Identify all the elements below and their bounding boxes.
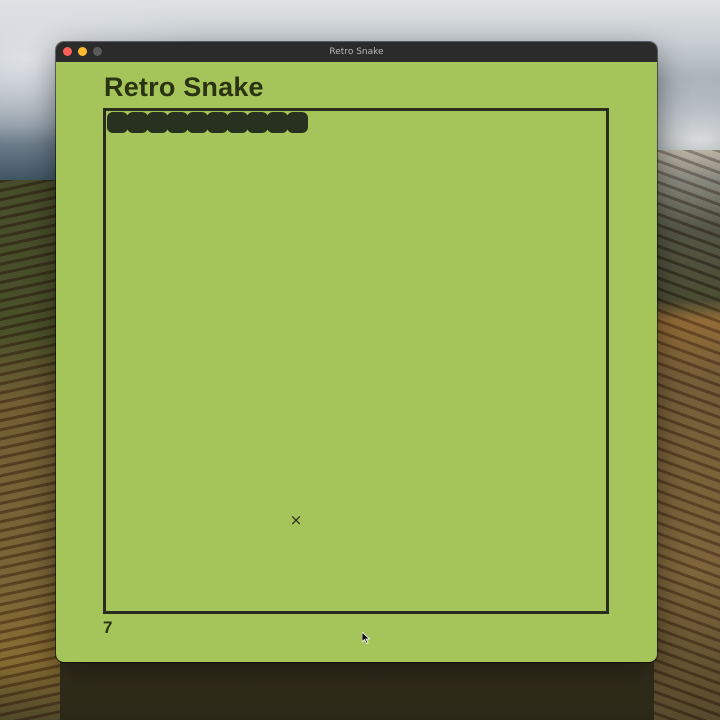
zoom-window-button[interactable]: [93, 47, 102, 56]
snake-segment: [247, 112, 268, 133]
snake-segment: [227, 112, 248, 133]
window-title: Retro Snake: [329, 47, 384, 57]
snake-segment: [127, 112, 148, 133]
desktop-wallpaper-right: [654, 150, 720, 720]
desktop-wallpaper-left: [0, 180, 60, 720]
game-board[interactable]: ×: [103, 108, 609, 614]
mouse-pointer-icon: [362, 632, 370, 644]
food-icon: ×: [289, 511, 303, 529]
score-display: 7: [103, 618, 113, 637]
snake-segment: [267, 112, 288, 133]
title-bar[interactable]: Retro Snake: [56, 42, 657, 62]
minimize-window-button[interactable]: [78, 47, 87, 56]
snake-segment: [187, 112, 208, 133]
snake-segment: [207, 112, 228, 133]
app-window: Retro Snake Retro Snake × 7: [56, 42, 657, 662]
game-title: Retro Snake: [104, 72, 264, 102]
window-controls: [63, 47, 102, 56]
snake-segment: [147, 112, 168, 133]
snake-segment: [167, 112, 188, 133]
snake-segment: [107, 112, 128, 133]
close-window-button[interactable]: [63, 47, 72, 56]
snake-head: [287, 112, 308, 133]
